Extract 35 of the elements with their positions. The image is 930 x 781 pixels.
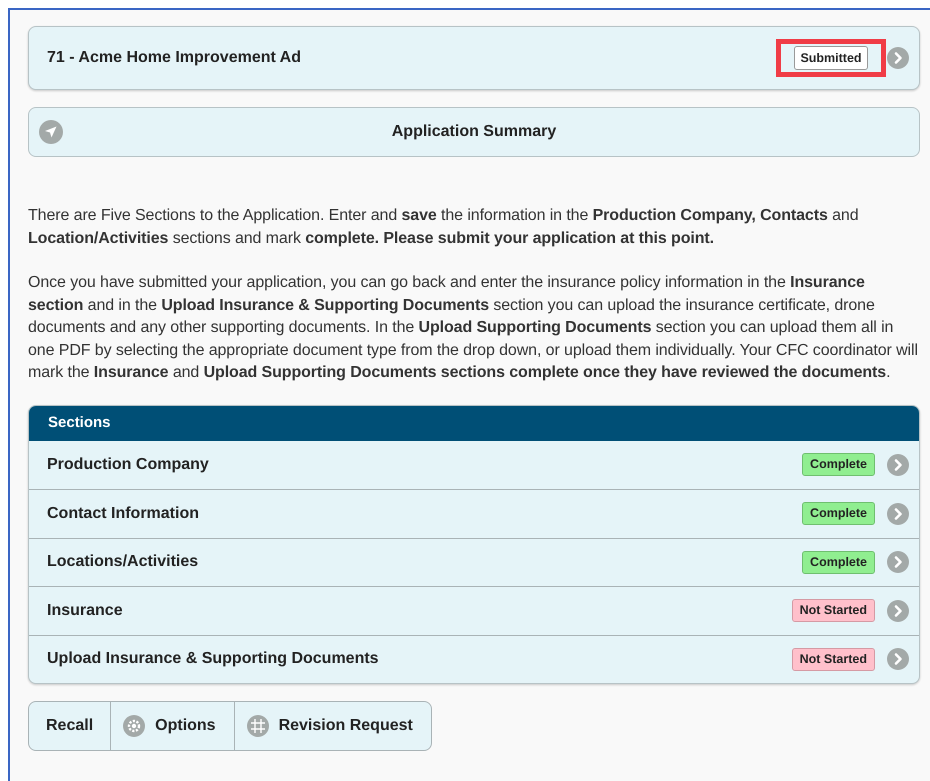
- chevron-right-icon[interactable]: [887, 454, 909, 476]
- status-badge: Complete: [802, 502, 875, 526]
- action-button[interactable]: Revision Request: [234, 702, 431, 750]
- status-badge: Complete: [802, 550, 875, 574]
- section-row[interactable]: Contact Information Complete: [29, 489, 919, 538]
- status-badge: Submitted: [794, 46, 868, 70]
- grid-icon: [246, 715, 269, 737]
- application-title: 71 - Acme Home Improvement Ad: [47, 48, 302, 68]
- section-name: Production Company: [47, 454, 210, 475]
- section-name: Upload Insurance & Supporting Documents: [47, 649, 380, 670]
- navigation-icon: [39, 120, 63, 144]
- action-button[interactable]: Options: [110, 702, 234, 750]
- instructions-paragraph: There are Five Sections to the Application. Enter and save the information in the Production Company, Contacts and Location/Activities sections and mark complete. Please submit your application at this point.: [28, 206, 860, 248]
- section-name: Locations/Activities: [47, 552, 200, 572]
- section-row[interactable]: Upload Insurance & Supporting Documents Not Started: [29, 634, 919, 683]
- chevron-right-icon[interactable]: [887, 600, 909, 622]
- gear-icon: [123, 715, 146, 737]
- status-badge: Not Started: [792, 599, 875, 622]
- section-name: Insurance: [47, 600, 124, 621]
- instructions-paragraph: Once you have submitted your application, you can go back and enter the insurance policy information in the Insurance section and in the Upload Insurance & Supporting Documents section you can upload the insurance certificate, drone documents and any other supporting documents. In the Upload Supporting Documents section you can upload them all in one PDF by selecting the appropriate document type from the drop down, or upload them individually. Your CFC coordinator will mark the Insurance and Upload Supporting Documents sections complete once they have reviewed the documents.: [28, 273, 919, 383]
- section-name: Contact Information: [47, 504, 200, 524]
- summary-title: Application Summary: [390, 122, 558, 142]
- status-badge: Not Started: [792, 648, 875, 671]
- section-row[interactable]: Locations/Activities Complete: [29, 538, 919, 586]
- chevron-right-icon[interactable]: [887, 502, 909, 525]
- chevron-right-icon[interactable]: [887, 551, 909, 574]
- section-row[interactable]: Production Company Complete: [29, 440, 919, 489]
- sections-header: Sections: [48, 412, 111, 433]
- application-header-card[interactable]: 71 - Acme Home Improvement Ad Submitted: [28, 26, 920, 90]
- application-summary-bar[interactable]: Application Summary: [28, 107, 920, 157]
- section-row[interactable]: Insurance Not Started: [29, 586, 919, 634]
- status-badge: Complete: [802, 453, 875, 476]
- action-button[interactable]: Recall: [29, 702, 110, 750]
- chevron-right-icon[interactable]: [887, 47, 909, 69]
- chevron-right-icon[interactable]: [887, 648, 909, 670]
